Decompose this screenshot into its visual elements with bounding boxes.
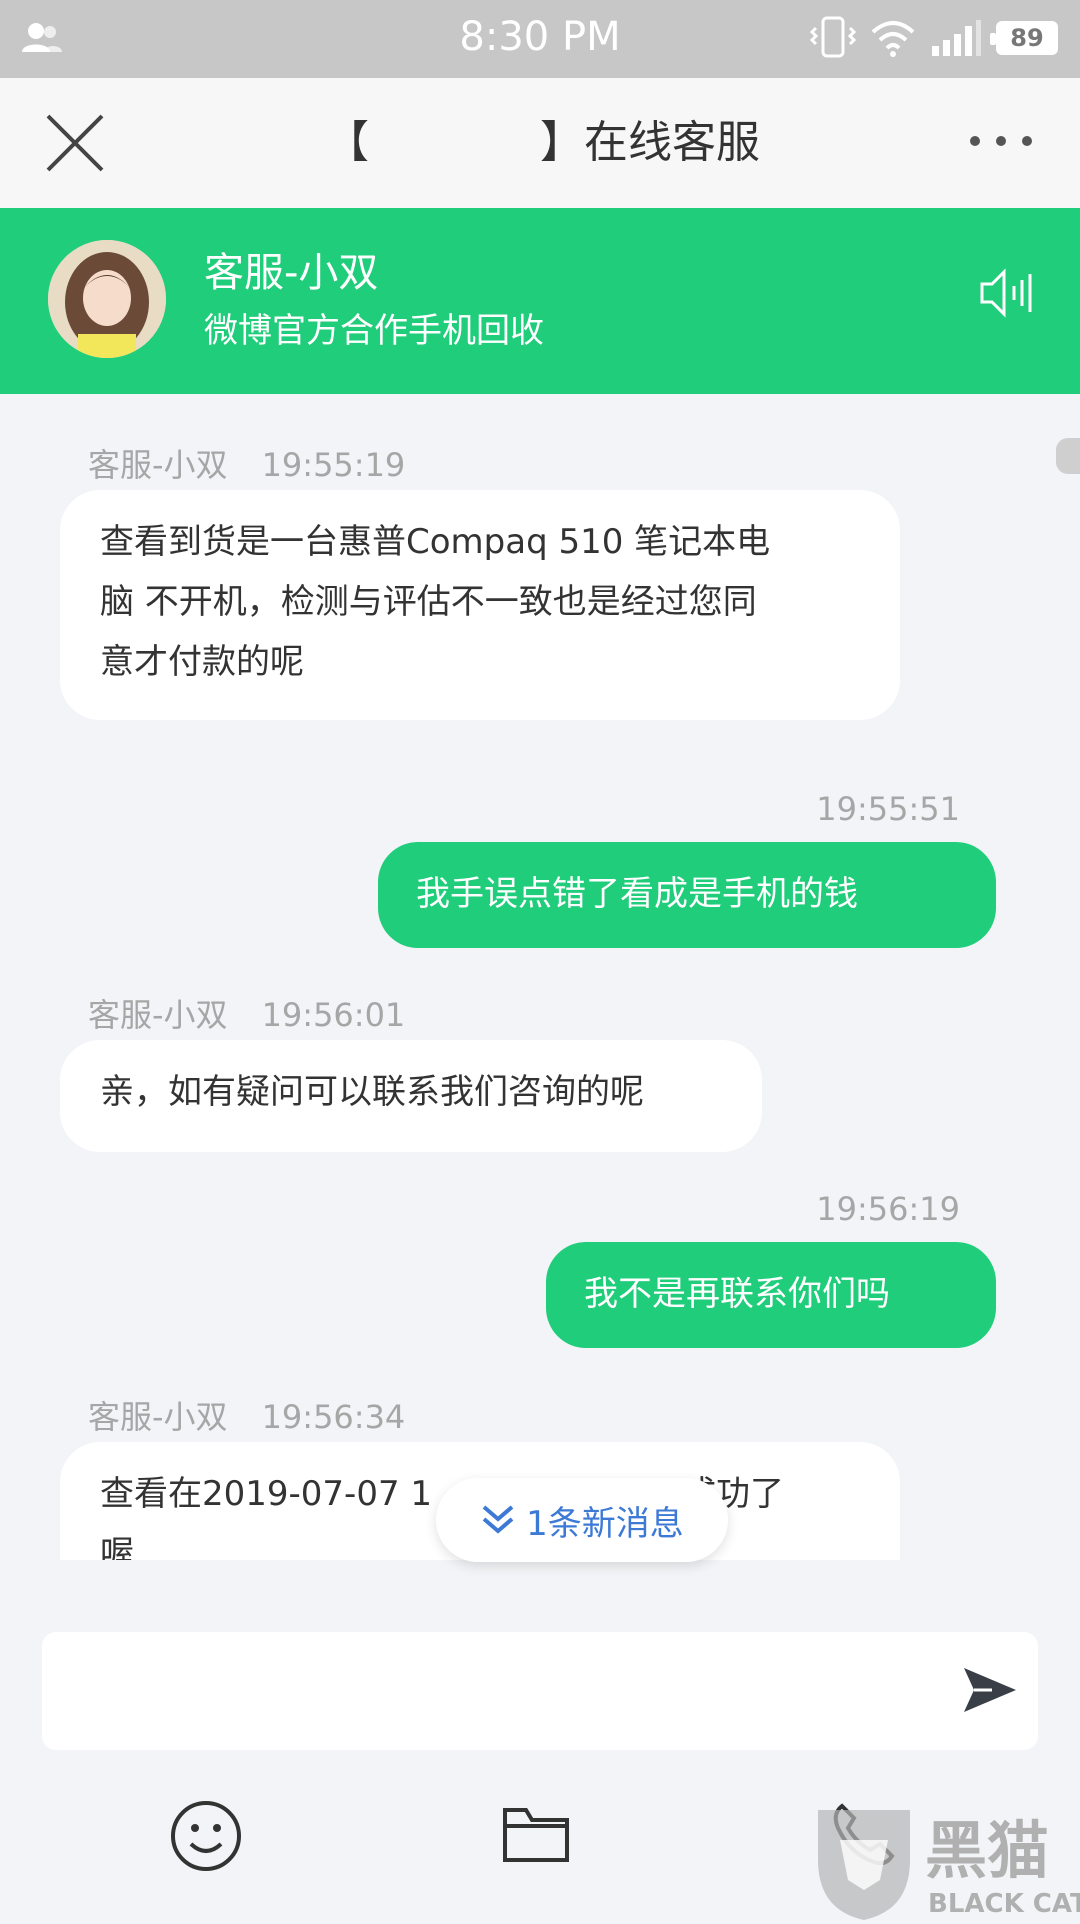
title-text: 】在线客服 — [540, 117, 760, 168]
agent-subtitle: 微博官方合作手机回收 — [204, 311, 544, 351]
sender-name: 客服-小双 — [88, 1398, 228, 1436]
message-meta: 客服-小双 19:56:34 — [88, 1392, 405, 1438]
folder-icon[interactable] — [502, 1806, 570, 1864]
watermark-text-cn: 黑猫 — [925, 1814, 1049, 1887]
battery-indicator: 89 — [990, 21, 1058, 55]
message-line: 我手误点错了看成是手机的钱 — [416, 874, 858, 914]
more-options-icon[interactable] — [970, 136, 1032, 146]
sender-name: 客服-小双 — [88, 446, 228, 484]
status-bar: 8:30 PM 89 — [0, 0, 1080, 78]
my-message-bubble[interactable]: 我手误点错了看成是手机的钱 — [378, 842, 996, 948]
message-line: 脑 不开机，检测与评估不一致也是经过您同 — [100, 582, 757, 622]
dot — [996, 136, 1006, 146]
agent-message-bubble[interactable]: 亲，如有疑问可以联系我们咨询的呢 — [60, 1040, 762, 1152]
agent-header: 客服-小双 微博官方合作手机回收 — [0, 208, 1080, 394]
new-message-button[interactable]: 1条新消息 — [436, 1478, 728, 1562]
agent-message-bubble[interactable]: 查看到货是一台惠普Compaq 510 笔记本电 脑 不开机，检测与评估不一致也… — [60, 490, 900, 720]
vibrate-icon — [810, 16, 856, 58]
message-meta: 客服-小双 19:55:19 — [88, 440, 405, 486]
wifi-icon — [871, 21, 915, 57]
dot — [1022, 136, 1032, 146]
message-time: 19:55:19 — [261, 446, 406, 484]
message-time: 19:56:01 — [261, 996, 406, 1034]
signal-icon — [932, 20, 981, 56]
message-meta: 客服-小双 19:56:01 — [88, 990, 405, 1036]
speaker-icon[interactable] — [978, 268, 1036, 318]
blackcat-watermark: 黑猫 BLACK CAT — [810, 1800, 1080, 1920]
watermark-text-en: BLACK CAT — [928, 1889, 1080, 1919]
message-time: 19:55:51 — [816, 790, 960, 828]
page-title: 【 】在线客服 — [0, 78, 1080, 208]
dot — [970, 136, 980, 146]
double-chevron-down-icon — [482, 1505, 514, 1534]
scrollbar-thumb[interactable] — [1056, 438, 1080, 474]
nav-bar: 【 】在线客服 — [0, 78, 1080, 209]
status-right-group: 89 — [810, 16, 1058, 60]
new-message-label: 1条新消息 — [526, 1503, 684, 1544]
send-icon[interactable] — [962, 1662, 1018, 1718]
agent-name: 客服-小双 — [204, 250, 379, 296]
my-message-bubble[interactable]: 我不是再联系你们吗 — [546, 1242, 996, 1348]
message-time: 19:56:19 — [816, 1190, 960, 1228]
message-time: 19:56:34 — [261, 1398, 406, 1436]
message-line: 查看到货是一台惠普Compaq 510 笔记本电 — [100, 522, 771, 562]
message-input[interactable] — [42, 1632, 1038, 1750]
close-icon[interactable] — [44, 112, 106, 174]
emoji-icon[interactable] — [170, 1800, 242, 1872]
message-line: 意才付款的呢 — [100, 642, 304, 682]
chat-list[interactable]: 客服-小双 19:55:19 查看到货是一台惠普Compaq 510 笔记本电 脑… — [0, 394, 1080, 1560]
title-bracket-left: 【 — [325, 117, 369, 168]
message-line: 亲，如有疑问可以联系我们咨询的呢 — [100, 1072, 644, 1112]
message-line: 我不是再联系你们吗 — [584, 1274, 890, 1314]
sender-name: 客服-小双 — [88, 996, 228, 1034]
agent-avatar[interactable] — [48, 240, 166, 358]
